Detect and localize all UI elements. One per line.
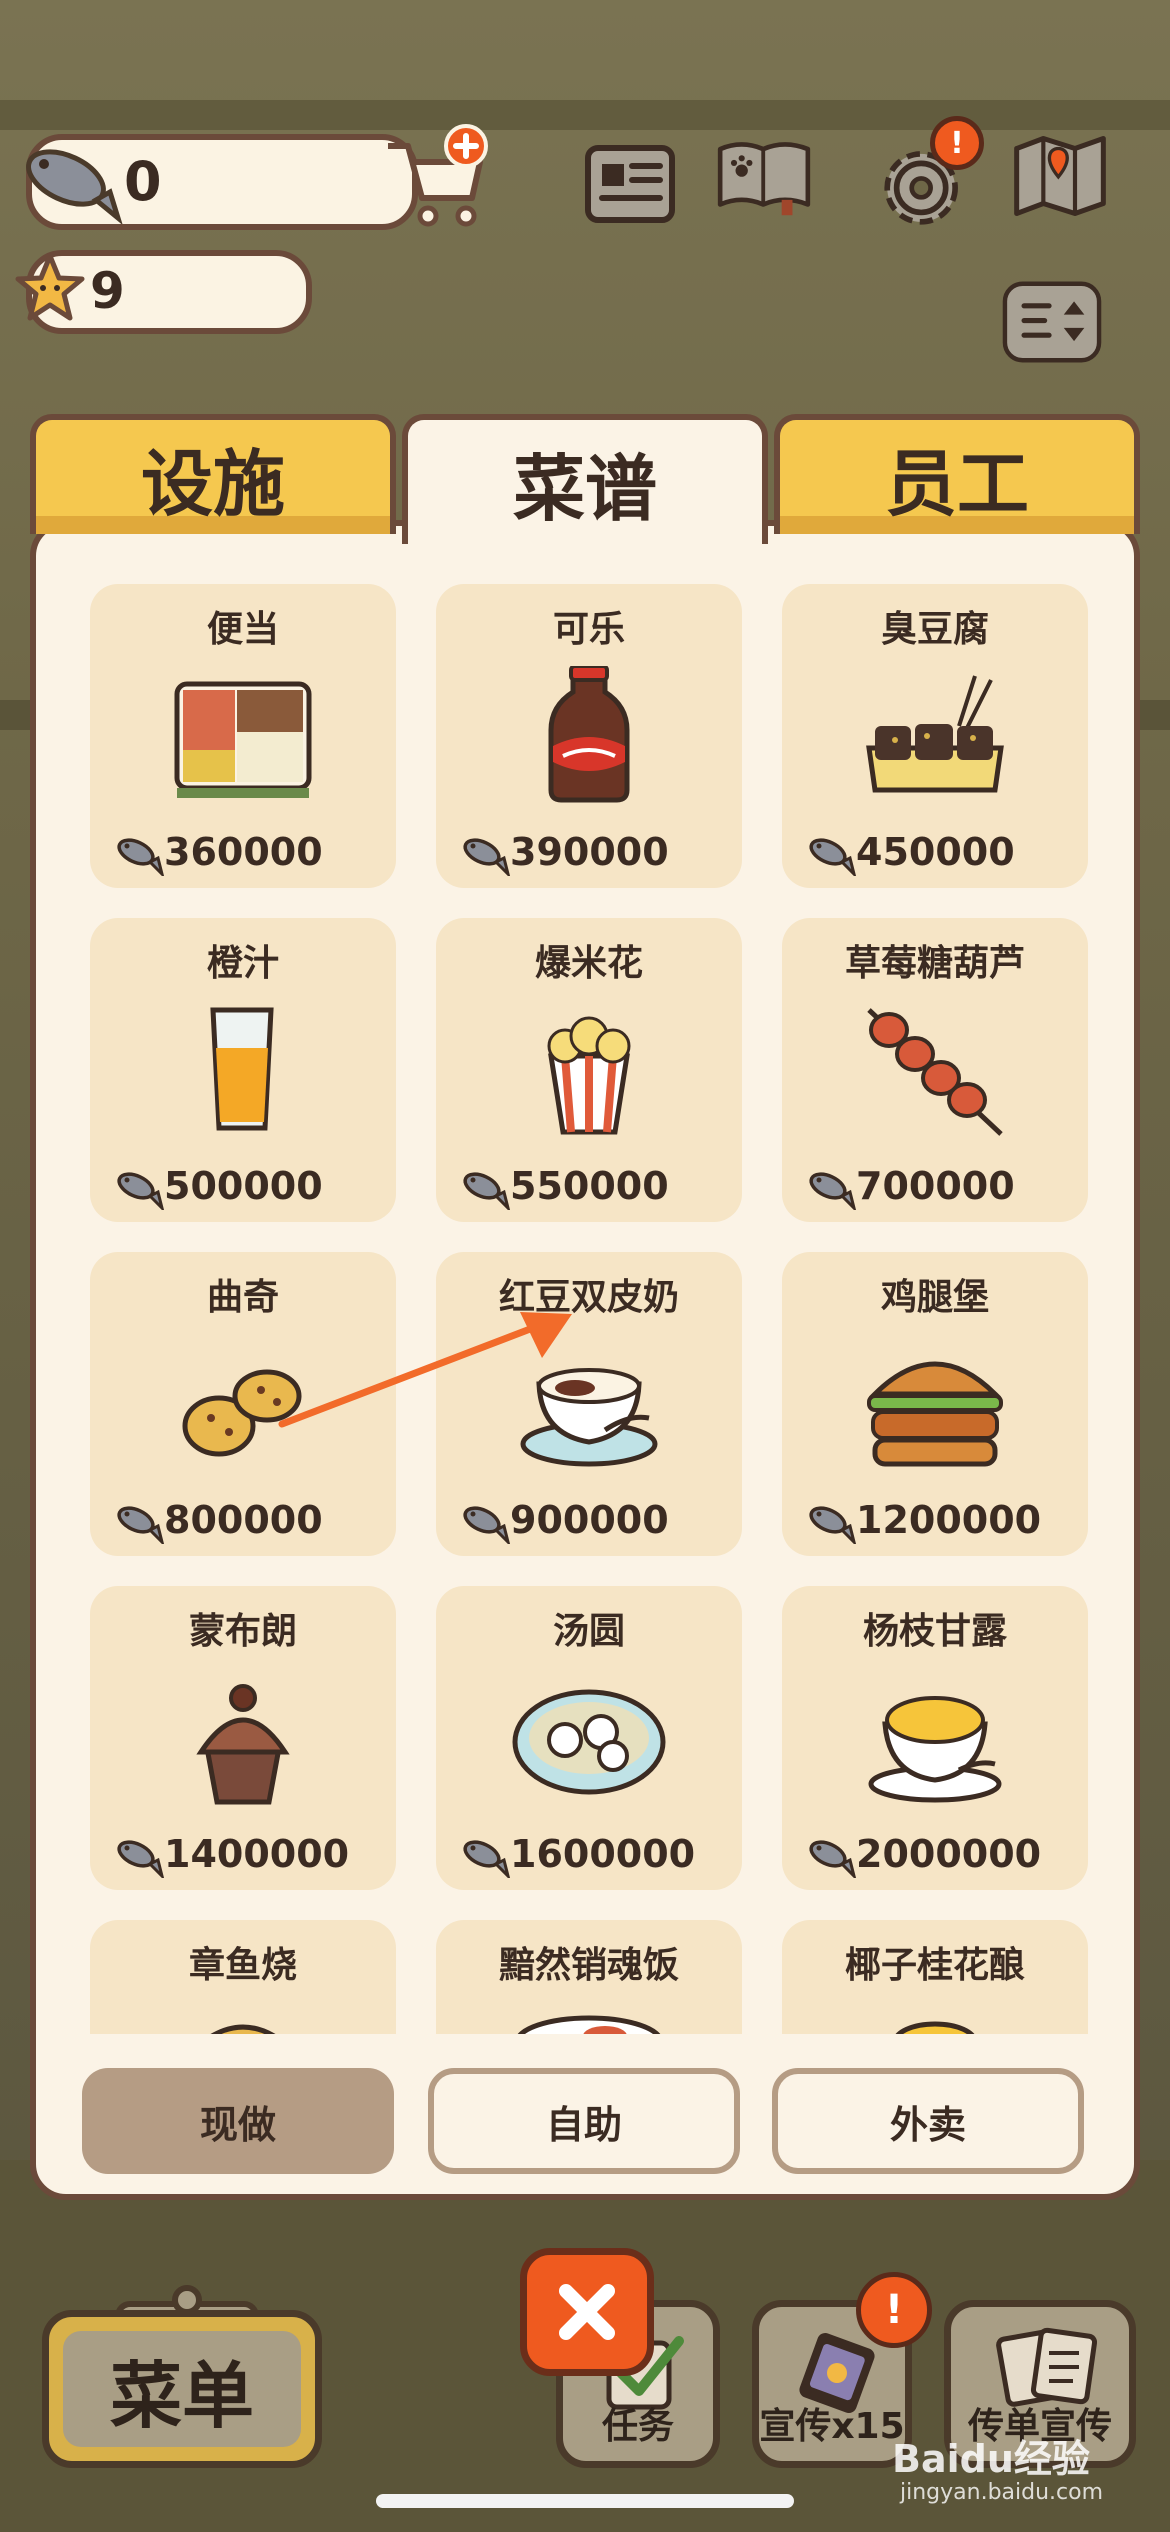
recipe-name: 臭豆腐 bbox=[880, 609, 989, 650]
coconut-drink-icon bbox=[895, 2021, 975, 2034]
recipe-grid: 便当 360000 可乐 390000 臭豆腐 450000 橙汁 500000 爆米花 5500… bbox=[60, 560, 1110, 2034]
mango-dessert-icon bbox=[868, 1696, 1002, 1803]
recipe-name: 椰子桂花酿 bbox=[844, 1945, 1025, 1986]
menu-label: 菜单 bbox=[63, 2331, 301, 2447]
recipe-name: 爆米花 bbox=[534, 943, 643, 984]
recipe-price: 700000 bbox=[856, 1164, 1015, 1208]
recipe-price: 390000 bbox=[510, 830, 669, 874]
popcorn-icon bbox=[547, 1016, 631, 1135]
recipe-name: 汤圆 bbox=[552, 1611, 625, 1652]
recipe-price: 2000000 bbox=[856, 1832, 1042, 1876]
fish-icon bbox=[26, 149, 123, 224]
recipe-card[interactable]: 臭豆腐 450000 bbox=[782, 584, 1088, 888]
recipe-price: 1600000 bbox=[510, 1832, 696, 1876]
paw-book-icon[interactable] bbox=[714, 126, 814, 226]
recipe-price: 1400000 bbox=[164, 1832, 350, 1876]
recipe-name: 黯然销魂饭 bbox=[498, 1945, 679, 1986]
recipe-price: 550000 bbox=[510, 1164, 669, 1208]
fish-icon bbox=[463, 1506, 510, 1544]
fish-count: 0 bbox=[124, 150, 162, 213]
orange-juice-icon bbox=[210, 1007, 274, 1131]
recipe-card[interactable]: 橙汁 500000 bbox=[90, 918, 396, 1222]
rice-bowl-icon bbox=[517, 2015, 661, 2034]
sort-toggle-icon[interactable] bbox=[1002, 272, 1102, 372]
recipe-price: 900000 bbox=[510, 1498, 669, 1542]
tab-staff[interactable]: 员工 bbox=[774, 414, 1140, 534]
recipe-card[interactable]: 便当 360000 bbox=[90, 584, 396, 888]
fish-icon bbox=[809, 838, 856, 876]
recipe-name: 蒙布朗 bbox=[188, 1611, 297, 1652]
fish-icon bbox=[463, 1840, 510, 1878]
recipe-card[interactable]: 汤圆 1600000 bbox=[436, 1586, 742, 1890]
tab-facilities[interactable]: 设施 bbox=[30, 414, 396, 534]
mont-blanc-icon bbox=[196, 1684, 290, 1805]
annotation-arrow bbox=[278, 1312, 572, 1428]
recipe-name: 橙汁 bbox=[206, 943, 279, 984]
candied-strawberry-icon bbox=[867, 1008, 1003, 1136]
star-count: 9 bbox=[90, 262, 125, 320]
tab-recipes[interactable]: 菜谱 bbox=[402, 414, 768, 544]
recipe-card[interactable]: 鸡腿堡 1200000 bbox=[782, 1252, 1088, 1556]
background-beam bbox=[0, 100, 1170, 130]
recipe-card[interactable]: 章鱼烧 bbox=[90, 1920, 396, 2034]
recipe-card[interactable]: 杨枝甘露 2000000 bbox=[782, 1586, 1088, 1890]
fish-icon bbox=[463, 838, 510, 876]
recipe-card[interactable]: 椰子桂花酿 bbox=[782, 1920, 1088, 2034]
map-icon[interactable] bbox=[1010, 126, 1110, 226]
stinky-tofu-icon bbox=[866, 675, 1004, 793]
fish-icon bbox=[117, 1840, 164, 1878]
fish-icon bbox=[463, 1172, 510, 1210]
recipe-card[interactable]: 可乐 390000 bbox=[436, 584, 742, 888]
recipe-price: 500000 bbox=[164, 1164, 323, 1208]
star-icon bbox=[15, 253, 85, 321]
fish-icon bbox=[809, 1172, 856, 1210]
fish-icon bbox=[117, 838, 164, 876]
watermark-url: jingyan.baidu.com bbox=[900, 2480, 1104, 2505]
home-indicator[interactable] bbox=[376, 2494, 794, 2508]
takoyaki-icon bbox=[210, 2024, 276, 2034]
fish-icon bbox=[809, 1506, 856, 1544]
tangyuan-icon bbox=[512, 1689, 666, 1795]
recipe-price: 450000 bbox=[856, 830, 1015, 874]
recipe-card[interactable]: 蒙布朗 1400000 bbox=[90, 1586, 396, 1890]
recipe-card[interactable]: 黯然销魂饭 bbox=[436, 1920, 742, 2034]
recipe-name: 草莓糖葫芦 bbox=[844, 943, 1025, 984]
recipe-name: 便当 bbox=[206, 609, 279, 650]
mode-self-service-button[interactable]: 自助 bbox=[428, 2068, 740, 2174]
fish-icon bbox=[809, 1840, 856, 1878]
recipe-price: 800000 bbox=[164, 1498, 323, 1542]
tasks-label: 任务 bbox=[601, 2406, 674, 2447]
recipe-name: 可乐 bbox=[552, 609, 625, 650]
bento-icon bbox=[174, 681, 312, 798]
close-button[interactable] bbox=[520, 2248, 654, 2376]
fish-icon bbox=[117, 1506, 164, 1544]
fish-icon bbox=[117, 1172, 164, 1210]
recipe-price: 1200000 bbox=[856, 1498, 1042, 1542]
recipe-name: 杨枝甘露 bbox=[862, 1611, 1007, 1652]
recipe-card[interactable]: 草莓糖葫芦 700000 bbox=[782, 918, 1088, 1222]
recipe-name: 章鱼烧 bbox=[188, 1945, 297, 1986]
cart-add-icon[interactable] bbox=[380, 124, 490, 234]
watermark-brand: Baidu经验 bbox=[892, 2437, 1090, 2481]
mode-delivery-button[interactable]: 外卖 bbox=[772, 2068, 1084, 2174]
menu-button[interactable]: 菜单 bbox=[42, 2310, 322, 2468]
close-icon bbox=[559, 2284, 615, 2340]
recipe-name: 鸡腿堡 bbox=[880, 1277, 989, 1318]
burger-icon bbox=[867, 1361, 1003, 1467]
promote-alert-badge: ! bbox=[856, 2272, 932, 2348]
promote-label: 宣传x15 bbox=[759, 2406, 905, 2447]
recipe-price: 360000 bbox=[164, 830, 323, 874]
newspaper-icon[interactable] bbox=[580, 134, 680, 234]
mode-cook-button[interactable]: 现做 bbox=[82, 2068, 394, 2174]
cola-icon bbox=[548, 666, 630, 803]
settings-alert-badge: ! bbox=[930, 116, 984, 170]
recipe-card[interactable]: 爆米花 550000 bbox=[436, 918, 742, 1222]
